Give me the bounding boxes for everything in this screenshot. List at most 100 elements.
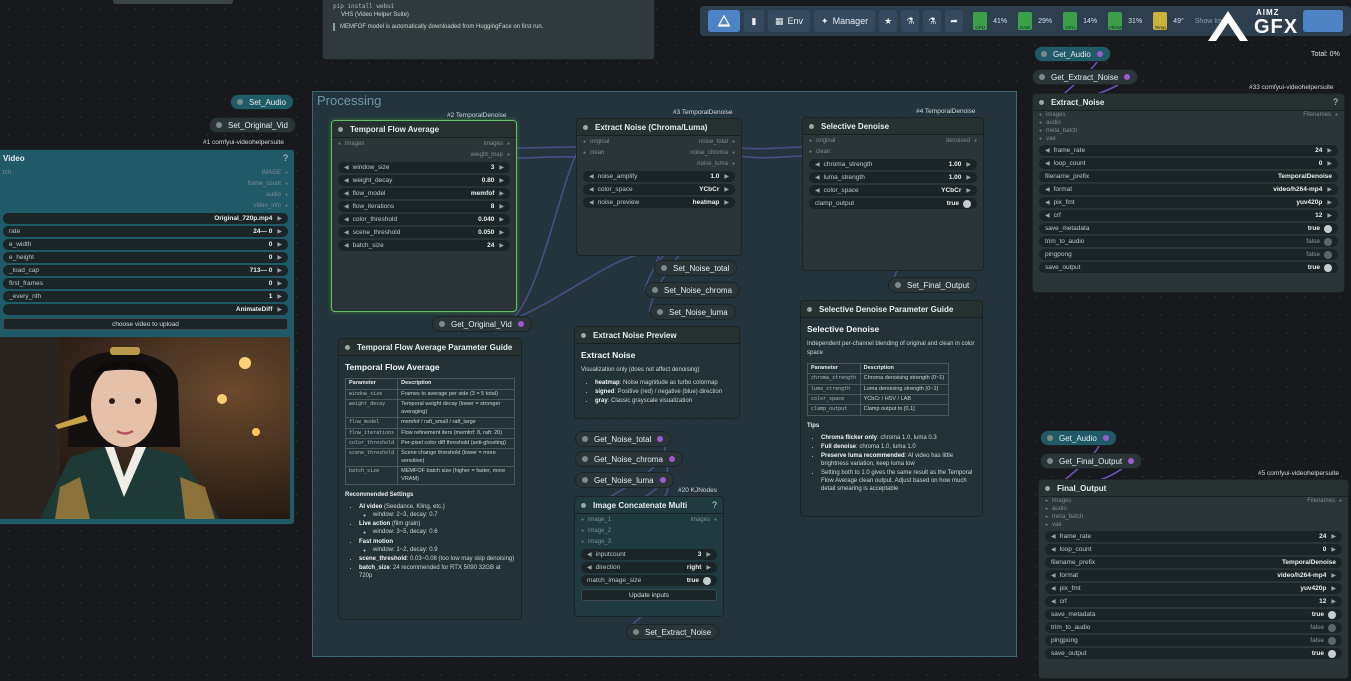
logo-button[interactable]	[708, 10, 740, 32]
set-final-output-node[interactable]: Set_Final_Output	[888, 277, 978, 293]
help-icon[interactable]: ?	[1333, 97, 1338, 107]
star-button[interactable]: ★	[879, 10, 898, 32]
extract-io-1[interactable]: originalnoise_total	[577, 136, 741, 147]
get-original-vid-node[interactable]: Get_Original_Vid	[432, 316, 532, 332]
custom-height-widget[interactable]: e_height 0 ▶	[3, 252, 288, 263]
selective-denoise-node[interactable]: Selective Denoise originaldenoised clean…	[802, 117, 984, 271]
set-noise-chroma-node[interactable]: Set_Noise_chroma	[645, 282, 741, 298]
share-button[interactable]: ➦	[945, 10, 964, 32]
get-audio-bottom-node[interactable]: Get_Audio	[1040, 430, 1117, 446]
crf-widget[interactable]: ◀ crf 12 ▶	[1039, 210, 1338, 221]
window-size-widget[interactable]: ◀ window_size 3 ▶	[338, 162, 510, 173]
get-noise-chroma-node[interactable]: Get_Noise_chroma	[575, 451, 683, 467]
image-concatenate-node[interactable]: Image Concatenate Multi? image_1images i…	[574, 496, 724, 617]
temporal-flow-average-node[interactable]: Temporal Flow Average imagesimages weigh…	[331, 120, 517, 312]
force-rate-widget[interactable]: rate 24— 0 ▶	[3, 226, 288, 237]
tfa-guide-note[interactable]: Temporal Flow Average Parameter Guide Te…	[338, 338, 522, 620]
save-metadata-toggle[interactable]: save_metadata true	[1039, 223, 1338, 234]
flow-model-widget[interactable]: ◀ flow_model memfof ▶	[338, 188, 510, 199]
upload-video-button[interactable]: choose video to upload	[3, 318, 288, 330]
pix-fmt-select[interactable]: ◀ pix_fmt yuv420p ▶	[1039, 197, 1338, 208]
final-output-combine-node[interactable]: Final_Output imagesFilenames audio meta_…	[1038, 479, 1349, 679]
extract-preview-note[interactable]: Extract Noise Preview Extract Noise Visu…	[574, 326, 740, 419]
chroma-strength-widget[interactable]: ◀ chroma_strength 1.00 ▶	[809, 159, 977, 170]
tfa-io-2[interactable]: weight_map	[332, 149, 516, 160]
filename-prefix-field[interactable]: filename_prefix TemporalDenoise	[1045, 557, 1342, 568]
output-video-info[interactable]: video_info	[0, 200, 294, 211]
frame-load-cap-widget[interactable]: _load_cap 713— 0 ▶	[3, 265, 288, 276]
help-icon[interactable]: ?	[712, 500, 717, 510]
combine-bottom-io-1[interactable]: imagesFilenames	[1039, 497, 1348, 505]
frame-rate-widget[interactable]: ◀ frame_rate 24 ▶	[1045, 531, 1342, 542]
set-noise-luma-node[interactable]: Set_Noise_luma	[650, 304, 736, 320]
output-frame-count[interactable]: frame_count	[0, 178, 294, 189]
extract-noise-node[interactable]: Extract Noise (Chroma/Luma) originalnois…	[576, 118, 742, 256]
set-audio-node[interactable]: Set_Audio	[230, 94, 294, 110]
env-button[interactable]: ▦ Env	[768, 10, 811, 32]
filename-prefix-field[interactable]: filename_prefix TemporalDenoise	[1039, 171, 1338, 182]
selective-guide-note[interactable]: Selective Denoise Parameter Guide Select…	[800, 300, 983, 517]
combine-top-io-2[interactable]: audio	[1033, 119, 1344, 127]
clamp-output-toggle[interactable]: clamp_output true	[809, 198, 977, 209]
crf-widget[interactable]: ◀ crf 12 ▶	[1045, 596, 1342, 607]
selective-io-2[interactable]: clean	[803, 146, 983, 157]
frame-rate-widget[interactable]: ◀ frame_rate 24 ▶	[1039, 145, 1338, 156]
get-extract-noise-node[interactable]: Get_Extract_Noise	[1032, 69, 1139, 85]
pingpong-toggle[interactable]: pingpong false	[1045, 635, 1342, 646]
get-noise-total-node[interactable]: Get_Noise_total	[575, 431, 672, 447]
luma-strength-widget[interactable]: ◀ luma_strength 1.00 ▶	[809, 172, 977, 183]
batch-size-widget[interactable]: ◀ batch_size 24 ▶	[338, 240, 510, 251]
weight-decay-widget[interactable]: ◀ weight_decay 0.80 ▶	[338, 175, 510, 186]
flask-button[interactable]: ⚗	[901, 10, 920, 32]
select-every-nth-widget[interactable]: _every_nth 1 ▶	[3, 291, 288, 302]
output-audio[interactable]: audio	[0, 189, 294, 200]
extract-io-3[interactable]: noise_luma	[577, 158, 741, 169]
format-widget[interactable]: AnimateDiff ▶	[3, 304, 288, 315]
get-audio-top-node[interactable]: Get_Audio	[1034, 46, 1111, 62]
get-final-output-node[interactable]: Get_Final_Output	[1040, 453, 1143, 469]
tfa-io-1[interactable]: imagesimages	[332, 138, 516, 149]
direction-widget[interactable]: ◀ direction right ▶	[581, 562, 717, 573]
combine-top-io-4[interactable]: vae	[1033, 135, 1344, 143]
pingpong-toggle[interactable]: pingpong false	[1039, 249, 1338, 260]
combine-bottom-io-4[interactable]: vae	[1039, 521, 1348, 529]
trim-to-audio-toggle[interactable]: trim_to_audio false	[1045, 622, 1342, 633]
concat-io-3[interactable]: image_3	[575, 536, 723, 547]
bookmark-button[interactable]: ▮	[744, 10, 764, 32]
set-extract-noise-node[interactable]: Set_Extract_Noise	[626, 624, 720, 640]
concat-io-1[interactable]: image_1images	[575, 514, 723, 525]
combine-top-io-3[interactable]: meta_batch	[1033, 127, 1344, 135]
pix-fmt-select[interactable]: ◀ pix_fmt yuv420p ▶	[1045, 583, 1342, 594]
loop-count-widget[interactable]: ◀ loop_count 0 ▶	[1039, 158, 1338, 169]
format-select[interactable]: ◀ format video/h264-mp4 ▶	[1039, 184, 1338, 195]
noise-preview-widget[interactable]: ◀ noise_preview heatmap ▶	[583, 197, 735, 208]
loop-count-widget[interactable]: ◀ loop_count 0 ▶	[1045, 544, 1342, 555]
flow-iterations-widget[interactable]: ◀ flow_iterations 8 ▶	[338, 201, 510, 212]
get-noise-luma-node[interactable]: Get_Noise_luma	[575, 472, 674, 488]
format-select[interactable]: ◀ format video/h264-mp4 ▶	[1045, 570, 1342, 581]
extract-io-2[interactable]: cleannoise_chroma	[577, 147, 741, 158]
set-noise-total-node[interactable]: Set_Noise_total	[654, 260, 738, 276]
save-metadata-toggle[interactable]: save_metadata true	[1045, 609, 1342, 620]
output-image[interactable]: tch IMAGE	[0, 167, 294, 178]
inputcount-widget[interactable]: ◀ inputcount 3 ▶	[581, 549, 717, 560]
trim-to-audio-toggle[interactable]: trim_to_audio false	[1039, 236, 1338, 247]
manager-button[interactable]: ✦ Manager	[814, 10, 876, 32]
save-output-toggle[interactable]: save_output true	[1039, 262, 1338, 273]
combine-bottom-io-3[interactable]: meta_batch	[1039, 513, 1348, 521]
concat-io-2[interactable]: image_2	[575, 525, 723, 536]
color-space-widget[interactable]: ◀ color_space YCbCr ▶	[583, 184, 735, 195]
match-image-size-toggle[interactable]: match_image_size true	[581, 575, 717, 586]
save-output-toggle[interactable]: save_output true	[1045, 648, 1342, 659]
skip-first-frames-widget[interactable]: first_frames 0 ▶	[3, 278, 288, 289]
selective-io-1[interactable]: originaldenoised	[803, 135, 983, 146]
update-inputs-button[interactable]: Update inputs	[581, 589, 717, 601]
set-original-vid-node[interactable]: Set_Original_Vid	[209, 117, 296, 133]
color-threshold-widget[interactable]: ◀ color_threshold 0.040 ▶	[338, 214, 510, 225]
scene-threshold-widget[interactable]: ◀ scene_threshold 0.050 ▶	[338, 227, 510, 238]
flask-alt-button[interactable]: ⚗	[923, 10, 942, 32]
combine-top-io-1[interactable]: imagesFilenames	[1033, 111, 1344, 119]
help-icon[interactable]: ?	[283, 153, 288, 163]
selective-color-space-widget[interactable]: ◀ color_space YCbCr ▶	[809, 185, 977, 196]
video-file-select[interactable]: Original_720p.mp4 ▶	[3, 213, 288, 224]
